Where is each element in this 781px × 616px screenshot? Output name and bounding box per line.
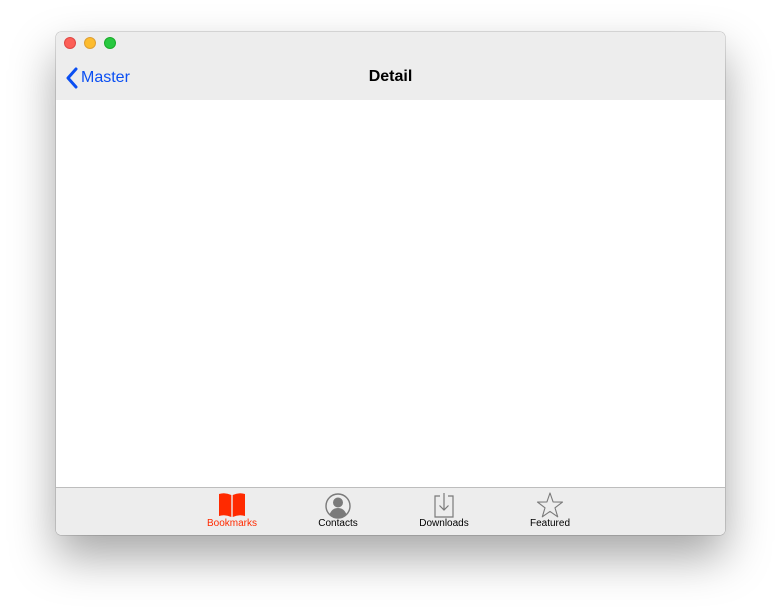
bookmarks-icon (218, 491, 246, 519)
tab-bookmarks[interactable]: Bookmarks (192, 488, 272, 535)
zoom-window-button[interactable] (104, 37, 116, 49)
downloads-icon (430, 491, 458, 519)
contacts-icon (324, 491, 352, 519)
tab-downloads[interactable]: Downloads (404, 488, 484, 535)
tab-contacts[interactable]: Contacts (298, 488, 378, 535)
tab-featured[interactable]: Featured (510, 488, 590, 535)
detail-content-area (56, 100, 725, 487)
featured-icon (536, 491, 564, 519)
tab-label: Bookmarks (206, 518, 257, 529)
tab-label: Downloads (419, 518, 469, 529)
tab-label: Featured (529, 518, 571, 529)
tab-label: Contacts (318, 518, 358, 529)
page-title: Detail (368, 68, 413, 85)
close-window-button[interactable] (64, 37, 76, 49)
tab-bar: Bookmarks Contacts Downloads Featured (56, 487, 725, 535)
app-window: Master Detail Bookmarks Contacts Downloa… (56, 32, 725, 535)
minimize-window-button[interactable] (84, 37, 96, 49)
navigation-bar: Master Detail (56, 32, 725, 101)
